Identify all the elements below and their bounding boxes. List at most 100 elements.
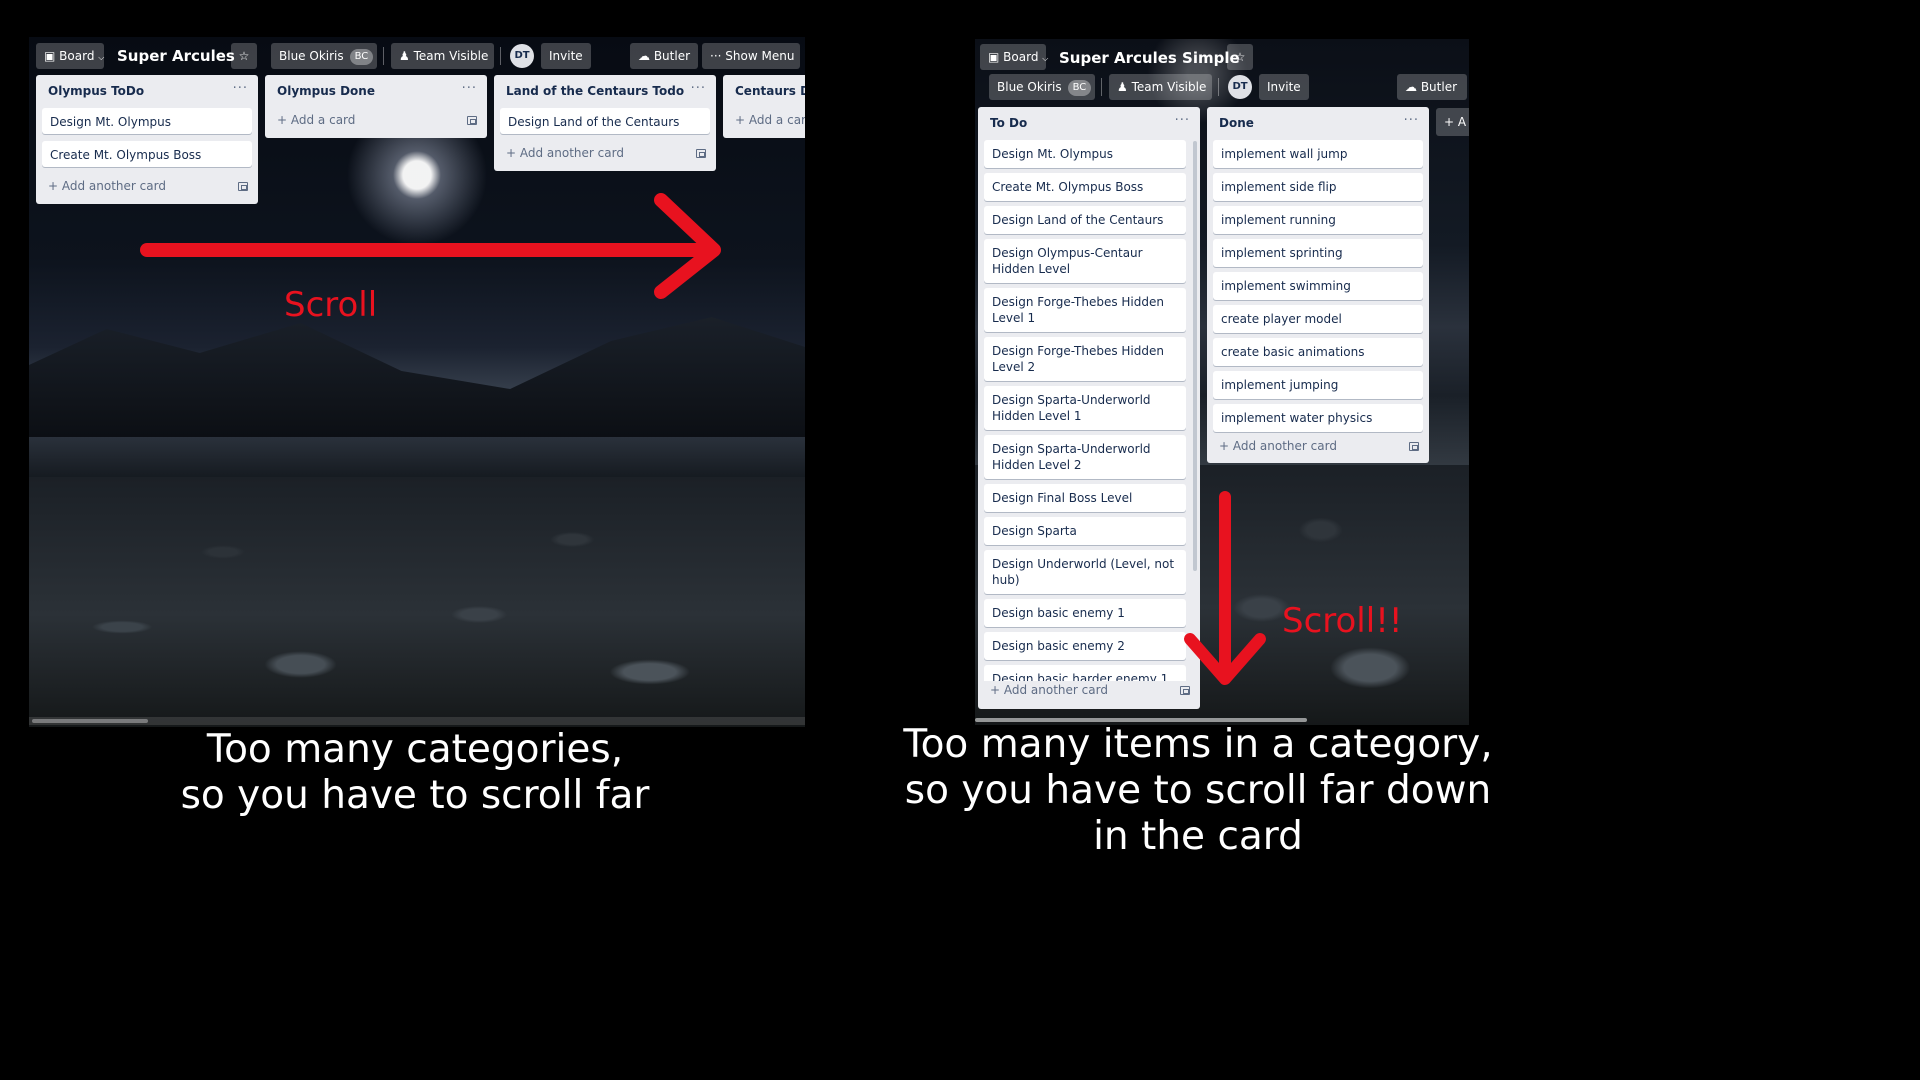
list-card[interactable]: implement swimming [1213, 272, 1423, 300]
toolbar-separator [383, 47, 384, 65]
list-card[interactable]: Design Sparta-Underworld Hidden Level 1 [984, 386, 1186, 430]
list-centaurs-todo: Land of the Centaurs Todo ··· Design Lan… [494, 75, 716, 171]
list-card[interactable]: Design Land of the Centaurs [984, 206, 1186, 234]
ellipsis-icon: ··· [710, 49, 722, 63]
list-card[interactable]: Create Mt. Olympus Boss [42, 141, 252, 167]
list-card[interactable]: Design Final Boss Level [984, 484, 1186, 512]
list-card[interactable]: Design basic enemy 1 [984, 599, 1186, 627]
avatar[interactable]: DT [1228, 75, 1252, 99]
toolbar-separator [500, 47, 501, 65]
list-card[interactable]: Design Olympus-Centaur Hidden Level [984, 239, 1186, 283]
ellipsis-icon[interactable]: ··· [1404, 113, 1419, 128]
scroll-annotation: Scroll!! [1282, 601, 1403, 641]
add-card-button[interactable]: + Add another card [990, 683, 1108, 697]
invite-button[interactable]: Invite [1259, 74, 1309, 100]
list-card[interactable]: Design basic enemy 2 [984, 632, 1186, 660]
add-card-button[interactable]: + Add a card [735, 113, 805, 127]
ellipsis-icon[interactable]: ··· [462, 81, 477, 96]
list-card[interactable]: implement side flip [1213, 173, 1423, 201]
add-list-button[interactable]: + A [1436, 108, 1469, 136]
caption-line: in the card [1093, 814, 1303, 859]
caption-line: so you have to scroll far [180, 773, 650, 818]
template-icon[interactable] [696, 149, 706, 158]
left-screenshot: ▣ Board ⌵ Super Arcules ☆ Blue Okiris BC … [29, 37, 805, 727]
list-todo: To Do ··· Design Mt. Olympus Create Mt. … [978, 107, 1200, 709]
list-card[interactable]: Create Mt. Olympus Boss [984, 173, 1186, 201]
plus-icon: + [506, 146, 520, 160]
list-done: Done ··· implement wall jump implement s… [1207, 107, 1429, 463]
ellipsis-icon[interactable]: ··· [1175, 113, 1190, 128]
add-list-label: A [1457, 115, 1467, 129]
board-title[interactable]: Super Arcules Simple [1059, 49, 1240, 67]
list-centaurs-done: Centaurs Do + Add a card [723, 75, 805, 138]
workspace-button[interactable]: Blue Okiris BC [989, 74, 1095, 100]
list-card[interactable]: Design Underworld (Level, not hub) [984, 550, 1186, 594]
list-card[interactable]: implement sprinting [1213, 239, 1423, 267]
list-card[interactable]: implement wall jump [1213, 140, 1423, 168]
caption-line: Too many items in a category, [903, 722, 1493, 767]
right-caption: Too many items in a category, so you hav… [880, 722, 1516, 860]
list-card[interactable]: Design basic harder enemy 1 [984, 665, 1186, 681]
horizontal-scrollbar[interactable] [29, 717, 805, 725]
template-icon[interactable] [1409, 442, 1419, 451]
list-card[interactable]: implement running [1213, 206, 1423, 234]
board-title[interactable]: Super Arcules [117, 47, 235, 65]
list-card[interactable]: Design Mt. Olympus [984, 140, 1186, 168]
list-olympus-todo: Olympus ToDo ··· Design Mt. Olympus Crea… [36, 75, 258, 204]
scrollbar-thumb[interactable] [32, 719, 148, 723]
list-card[interactable]: create basic animations [1213, 338, 1423, 366]
board-switcher-button[interactable]: ▣ Board ⌵ [980, 44, 1049, 70]
list-card[interactable]: Design Forge-Thebes Hidden Level 1 [984, 288, 1186, 332]
list-card[interactable]: Design Land of the Centaurs [500, 108, 710, 134]
left-caption: Too many categories, so you have to scro… [100, 727, 730, 819]
ellipsis-icon[interactable]: ··· [233, 81, 248, 96]
list-card[interactable]: implement water physics [1213, 404, 1423, 432]
list-title[interactable]: To Do [990, 116, 1027, 130]
scroll-annotation: Scroll [284, 285, 378, 325]
board-label: Board [1003, 50, 1039, 64]
visibility-label: Team Visible [413, 49, 489, 63]
invite-button[interactable]: Invite [541, 43, 591, 69]
add-card-button[interactable]: + Add a card [277, 113, 355, 127]
ellipsis-icon[interactable]: ··· [691, 81, 706, 96]
board-icon: ▣ [44, 49, 56, 63]
add-card-button[interactable]: + Add another card [48, 179, 166, 193]
list-title[interactable]: Olympus Done [277, 84, 375, 98]
board-switcher-button[interactable]: ▣ Board ⌵ [36, 43, 104, 69]
butler-button[interactable]: ☁ Butler [630, 43, 698, 69]
chevron-down-icon: ⌵ [1042, 54, 1049, 63]
star-icon: ☆ [238, 49, 250, 63]
list-card[interactable]: Design Mt. Olympus [42, 108, 252, 134]
add-card-button[interactable]: + Add another card [506, 146, 624, 160]
add-card-label: Add a card [748, 113, 805, 127]
list-title[interactable]: Olympus ToDo [48, 84, 144, 98]
add-card-label: Add another card [1232, 439, 1337, 453]
star-button[interactable]: ☆ [231, 43, 257, 69]
arrow-down-icon [1184, 491, 1266, 685]
list-cards-scroll[interactable]: Design Mt. Olympus Create Mt. Olympus Bo… [978, 137, 1192, 681]
list-card[interactable]: Design Sparta [984, 517, 1186, 545]
list-title[interactable]: Land of the Centaurs Todo [506, 84, 684, 98]
list-title[interactable]: Centaurs Do [735, 84, 805, 98]
list-card[interactable]: Design Forge-Thebes Hidden Level 2 [984, 337, 1186, 381]
visibility-button[interactable]: ♟ Team Visible [1109, 74, 1212, 100]
template-icon[interactable] [467, 116, 477, 125]
list-card[interactable]: implement jumping [1213, 371, 1423, 399]
workspace-name: Blue Okiris [279, 49, 344, 63]
list-card[interactable]: create player model [1213, 305, 1423, 333]
avatar[interactable]: DT [510, 44, 534, 68]
list-title[interactable]: Done [1219, 116, 1254, 130]
show-menu-button[interactable]: ··· Show Menu [702, 43, 800, 69]
template-icon[interactable] [238, 182, 248, 191]
workspace-button[interactable]: Blue Okiris BC [271, 43, 377, 69]
right-screenshot: ▣ Board ⌵ Super Arcules Simple ☆ Blue Ok… [975, 39, 1469, 725]
butler-button[interactable]: ☁ Butler [1397, 74, 1467, 100]
add-card-button[interactable]: + Add another card [1219, 439, 1337, 453]
star-button[interactable]: ☆ [1227, 44, 1253, 70]
visibility-button[interactable]: ♟ Team Visible [391, 43, 494, 69]
plus-icon: + [48, 179, 62, 193]
caption-line: Too many categories, [206, 727, 624, 772]
star-icon: ☆ [1234, 50, 1246, 64]
list-card[interactable]: Design Sparta-Underworld Hidden Level 2 [984, 435, 1186, 479]
workspace-name: Blue Okiris [997, 80, 1062, 94]
